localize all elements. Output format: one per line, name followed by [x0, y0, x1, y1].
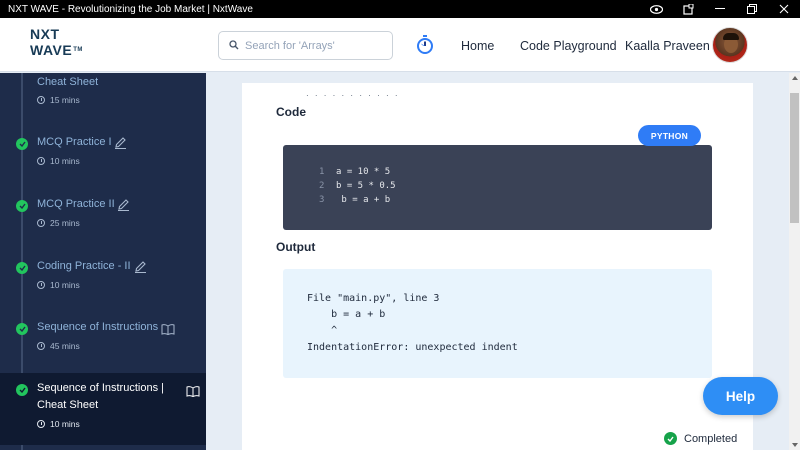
- output-block: File "main.py", line 3 b = a + b ^ Inden…: [283, 269, 712, 378]
- clock-icon: [37, 281, 45, 289]
- logo-tm: TM: [73, 47, 83, 53]
- window-titlebar: NXT WAVE - Revolutionizing the Job Marke…: [0, 0, 800, 18]
- output-line: b = a + b: [307, 309, 386, 320]
- clock-icon: [37, 157, 45, 165]
- sidebar-item-coding-practice-2[interactable]: Coding Practice - II 10 mins: [0, 252, 206, 300]
- sidebar-item-duration: 45 mins: [37, 341, 80, 351]
- clipped-text: · · · · · · · · · · ·: [306, 91, 400, 100]
- clock-icon: [37, 342, 45, 350]
- top-navbar: NXT WAVETM Home Code Playground Kaalla P…: [0, 18, 800, 72]
- help-button[interactable]: Help: [703, 377, 778, 415]
- main-content: · · · · · · · · · · · Code 1a = 10 * 5 2…: [206, 73, 789, 450]
- check-circle-icon: [664, 432, 677, 445]
- search-box[interactable]: [218, 31, 393, 60]
- output-heading: Output: [276, 240, 316, 254]
- sidebar-item-mcq-practice-2[interactable]: MCQ Practice II 25 mins: [0, 190, 206, 238]
- user-name[interactable]: Kaalla Praveen: [625, 39, 710, 53]
- check-circle-icon: [16, 262, 28, 274]
- output-line: File "main.py", line 3: [307, 293, 440, 304]
- sidebar-item-label: Cheat Sheet: [37, 76, 99, 88]
- nxtwave-logo[interactable]: NXT WAVETM: [30, 27, 90, 63]
- restore-icon[interactable]: [736, 0, 768, 18]
- output-line: ^: [307, 325, 338, 336]
- sidebar-item-duration: 10 mins: [37, 156, 80, 166]
- logo-line2: WAVE: [30, 42, 73, 58]
- check-circle-icon: [16, 200, 28, 212]
- scroll-thumb[interactable]: [790, 93, 799, 223]
- book-icon: [186, 384, 200, 402]
- code-line-3: 3 b = a + b: [319, 195, 391, 205]
- check-circle-icon: [16, 323, 28, 335]
- eye-icon[interactable]: [640, 0, 672, 18]
- clock-icon: [37, 96, 45, 104]
- extension-icon[interactable]: [672, 0, 704, 18]
- content-card: · · · · · · · · · · · Code 1a = 10 * 5 2…: [242, 83, 753, 450]
- nav-code-playground-link[interactable]: Code Playground: [520, 39, 617, 53]
- search-icon: [229, 37, 239, 55]
- nav-home-link[interactable]: Home: [461, 39, 494, 53]
- close-icon[interactable]: [768, 0, 800, 18]
- minimize-icon[interactable]: [704, 0, 736, 18]
- sidebar-item-duration: 15 mins: [37, 95, 80, 105]
- sidebar-item-sequence-cheat-sheet[interactable]: Sequence of Instructions | Cheat Sheet 1…: [0, 373, 206, 445]
- check-circle-icon: [16, 384, 28, 396]
- stopwatch-icon[interactable]: [416, 35, 434, 55]
- sidebar-item-duration: 25 mins: [37, 218, 80, 228]
- sidebar-item-label: MCQ Practice II: [37, 198, 115, 210]
- course-sidebar: Cheat Sheet 15 mins MCQ Practice I 10 mi…: [0, 73, 206, 450]
- edit-icon: [134, 260, 147, 278]
- edit-icon: [114, 136, 127, 154]
- edit-icon: [117, 198, 130, 216]
- window-controls: [640, 0, 800, 18]
- sidebar-item-sequence-of-instructions[interactable]: Sequence of Instructions 45 mins: [0, 313, 206, 361]
- clock-icon: [37, 219, 45, 227]
- sidebar-item-duration: 10 mins: [37, 280, 80, 290]
- logo-line1: NXT: [30, 26, 60, 42]
- code-heading: Code: [276, 105, 306, 119]
- check-circle-icon: [16, 138, 28, 150]
- sidebar-item-label-line1: Sequence of Instructions |: [37, 382, 164, 394]
- page-scrollbar[interactable]: [789, 73, 800, 450]
- sidebar-item-cheat-sheet[interactable]: Cheat Sheet 15 mins: [0, 73, 206, 113]
- language-badge: PYTHON: [638, 125, 701, 146]
- code-line-2: 2b = 5 * 0.5: [319, 181, 396, 191]
- sidebar-item-label: Coding Practice - II: [37, 260, 131, 272]
- clock-icon: [37, 420, 45, 428]
- scroll-up-arrow-icon[interactable]: [792, 76, 798, 80]
- completed-status: Completed: [664, 432, 737, 445]
- sidebar-item-label: MCQ Practice I: [37, 136, 112, 148]
- book-icon: [161, 322, 175, 340]
- search-input[interactable]: [245, 39, 385, 52]
- code-block: 1a = 10 * 5 2b = 5 * 0.5 3 b = a + b: [283, 145, 712, 230]
- sidebar-item-label: Sequence of Instructions: [37, 321, 159, 333]
- completed-label: Completed: [684, 432, 738, 445]
- output-line: IndentationError: unexpected indent: [307, 342, 518, 353]
- sidebar-item-mcq-practice-1[interactable]: MCQ Practice I 10 mins: [0, 128, 206, 176]
- sidebar-item-label-line2: Cheat Sheet: [37, 399, 99, 411]
- sidebar-item-duration: 10 mins: [37, 419, 80, 429]
- avatar[interactable]: [712, 27, 748, 63]
- window-title: NXT WAVE - Revolutionizing the Job Marke…: [8, 3, 253, 15]
- scroll-down-arrow-icon[interactable]: [792, 443, 798, 447]
- code-line-1: 1a = 10 * 5: [319, 167, 391, 177]
